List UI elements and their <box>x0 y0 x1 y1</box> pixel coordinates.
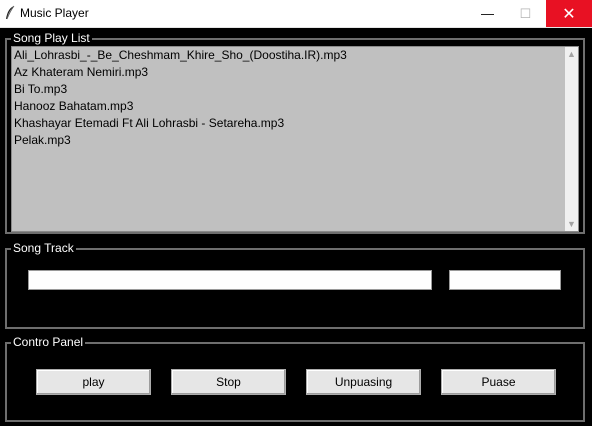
scroll-down-icon[interactable]: ▼ <box>565 217 578 231</box>
feather-icon <box>6 5 15 20</box>
unpause-button[interactable]: Unpuasing <box>306 369 421 395</box>
track-status-field[interactable] <box>449 270 561 290</box>
song-listbox[interactable]: Ali_Lohrasbi_-_Be_Cheshmam_Khire_Sho_(Do… <box>11 46 579 232</box>
list-item[interactable]: Az Khateram Nemiri.mp3 <box>14 65 148 79</box>
playlist-label: Song Play List <box>11 31 92 46</box>
window-title: Music Player <box>20 6 89 20</box>
close-button[interactable]: ✕ <box>546 0 592 27</box>
scroll-up-icon[interactable]: ▲ <box>565 47 578 61</box>
maximize-icon: ☐ <box>519 5 532 21</box>
track-label: Song Track <box>11 241 76 256</box>
maximize-button[interactable]: ☐ <box>503 0 548 27</box>
list-item[interactable]: Ali_Lohrasbi_-_Be_Cheshmam_Khire_Sho_(Do… <box>14 48 347 62</box>
pause-button[interactable]: Puase <box>441 369 556 395</box>
title-bar: Music Player — ☐ ✕ <box>0 0 592 28</box>
list-item[interactable]: Bi To.mp3 <box>14 82 67 96</box>
close-icon: ✕ <box>562 5 576 23</box>
list-item[interactable]: Hanooz Bahatam.mp3 <box>14 99 133 113</box>
list-item[interactable]: Pelak.mp3 <box>14 133 71 147</box>
playlist-scrollbar[interactable]: ▲ ▼ <box>565 47 578 231</box>
track-name-field[interactable] <box>28 270 432 290</box>
minimize-icon: — <box>481 6 494 21</box>
play-button[interactable]: play <box>36 369 151 395</box>
control-label: Contro Panel <box>11 335 86 350</box>
list-item[interactable]: Khashayar Etemadi Ft Ali Lohrasbi - Seta… <box>14 116 284 130</box>
stop-button[interactable]: Stop <box>171 369 286 395</box>
